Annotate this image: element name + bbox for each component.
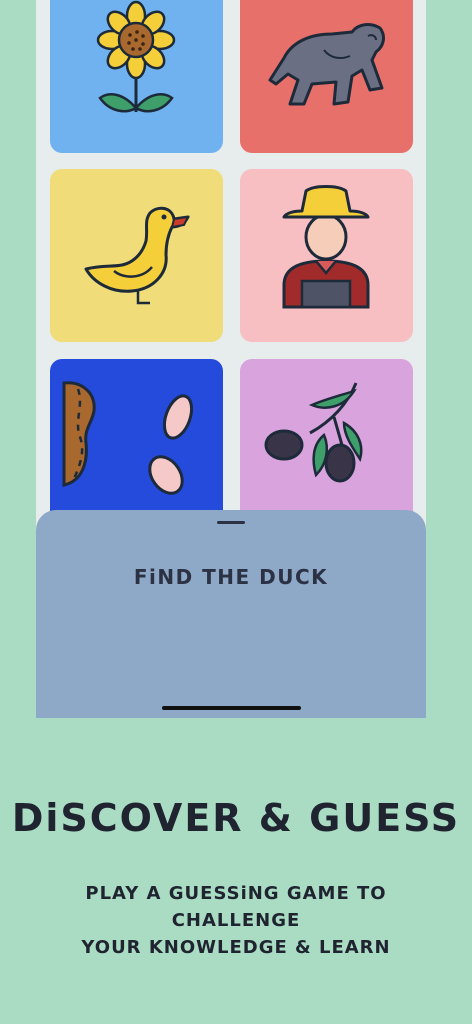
tile-duck[interactable] (50, 169, 223, 342)
gorilla-icon (268, 23, 385, 106)
peanut-icon (62, 381, 194, 495)
duck-icon (84, 206, 190, 305)
bottom-sheet[interactable]: FiND THE DUCK (36, 510, 426, 718)
olive-branch-icon (264, 382, 363, 483)
home-indicator (162, 706, 301, 710)
promo-subline-line-1: PLAY A GUESSiNG GAME TO CHALLENGE (85, 883, 387, 931)
sheet-drag-handle[interactable] (217, 521, 245, 524)
tile-sunflower[interactable] (50, 0, 223, 153)
promo-subline-line-2: YOUR KNOWLEDGE & LEARN (81, 937, 391, 958)
tile-gorilla[interactable] (240, 0, 413, 153)
challenge-prompt: FiND THE DUCK (133, 565, 329, 589)
tile-olive[interactable] (240, 359, 413, 532)
promo-subline: PLAY A GUESSiNG GAME TO CHALLENGE YOUR K… (20, 880, 452, 961)
app-screen: FiND THE DUCK (36, 0, 426, 718)
sunflower-icon (96, 0, 176, 113)
tile-farmer[interactable] (240, 169, 413, 342)
farmer-icon (282, 185, 370, 309)
promo-headline: DiSCOVER & GUESS (11, 796, 461, 840)
tile-peanut[interactable] (50, 359, 223, 532)
